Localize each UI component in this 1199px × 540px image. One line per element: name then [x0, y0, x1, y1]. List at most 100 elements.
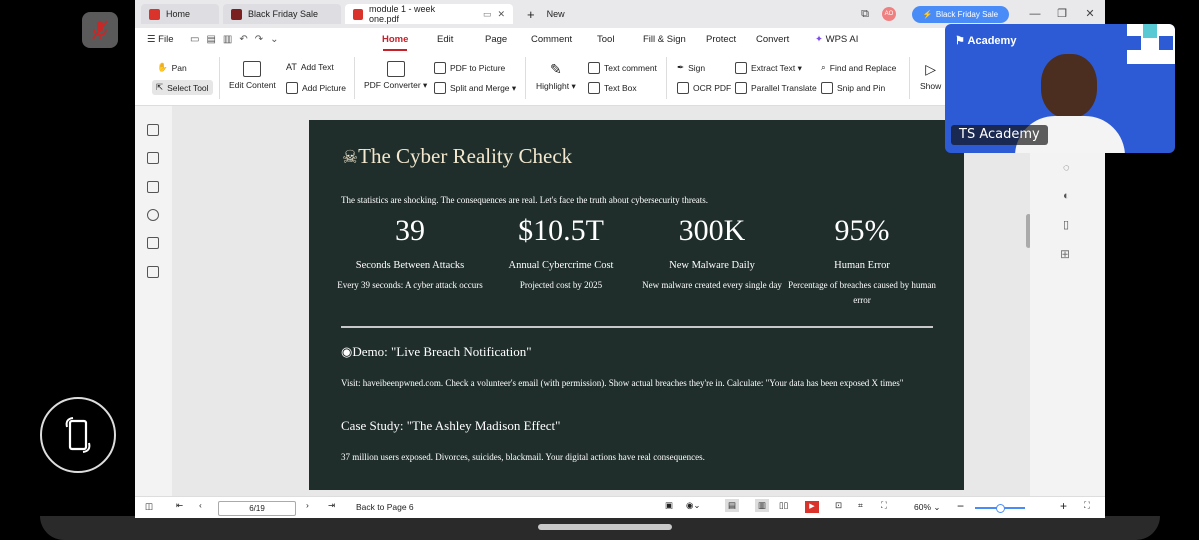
rotate-screen-button[interactable] — [40, 397, 116, 473]
edit-content-button[interactable]: Edit Content — [229, 61, 276, 90]
zoom-level[interactable]: 60% ⌄ — [914, 502, 941, 513]
continuous-icon[interactable]: ▥ — [755, 499, 770, 512]
pen-icon: ✒ — [677, 62, 685, 72]
pdf-to-picture-button[interactable]: PDF to Picture — [434, 62, 505, 74]
menu-fill-sign[interactable]: Fill & Sign — [643, 34, 686, 45]
attachment-icon[interactable] — [147, 209, 159, 221]
layers-icon[interactable] — [147, 266, 159, 278]
ocr-pdf-button[interactable]: OCR PDF — [677, 82, 731, 94]
file-label: File — [158, 34, 174, 45]
text-box-button[interactable]: Text Box — [588, 82, 637, 94]
tab-options-icon[interactable]: ▭ — [483, 9, 492, 20]
tab-label: Home — [166, 9, 191, 19]
redo-icon[interactable]: ↷ — [255, 34, 270, 45]
next-page-icon[interactable]: › — [306, 500, 309, 510]
text-box-label: Text Box — [604, 83, 637, 93]
text-comment-button[interactable]: Text comment — [588, 62, 657, 74]
add-picture-button[interactable]: Add Picture — [286, 82, 346, 94]
extract-text-button[interactable]: Extract Text ▾ — [735, 62, 802, 74]
file-menu[interactable]: ☰ File — [147, 34, 173, 45]
demo-heading-text: Demo: "Live Breach Notification" — [352, 344, 532, 359]
apps-grid-icon[interactable]: ⊞ — [1060, 247, 1070, 261]
close-window-icon[interactable]: ✕ — [1082, 6, 1098, 22]
menu-edit[interactable]: Edit — [437, 34, 453, 45]
fit-page-icon[interactable]: ▣ — [665, 500, 673, 511]
pan-button[interactable]: ✋ Pan — [157, 62, 187, 73]
user-avatar[interactable]: AO — [882, 7, 896, 21]
zoom-slider-handle[interactable] — [996, 504, 1005, 513]
properties-icon[interactable]: ▯ — [1063, 218, 1069, 231]
split-merge-button[interactable]: Split and Merge ▾ — [434, 82, 516, 94]
last-page-icon[interactable]: ⇥ — [328, 500, 335, 511]
pdf-converter-button[interactable]: PDF Converter ▾ — [364, 61, 427, 91]
fullscreen-icon[interactable]: ⛶ — [1084, 500, 1090, 511]
fit-width-icon[interactable]: ⊡ — [835, 500, 842, 511]
stat-value: 300K — [678, 214, 746, 247]
ai-sparkle-icon: ✦ — [815, 34, 823, 45]
undo-icon[interactable]: ↶ — [239, 34, 254, 45]
sign-button[interactable]: ✒ Sign — [677, 62, 705, 73]
restore-icon[interactable]: ❐ — [1054, 6, 1070, 22]
signature-icon[interactable] — [147, 237, 159, 249]
pdf-to-picture-label: PDF to Picture — [450, 63, 506, 73]
single-page-icon[interactable]: ▤ — [725, 499, 740, 512]
sidebar-toggle-icon[interactable]: ◫ — [145, 501, 153, 512]
two-page-icon[interactable]: ▯▯ — [779, 500, 788, 511]
page-number-input[interactable]: 6/19 — [218, 501, 296, 516]
thumbnails-icon[interactable] — [147, 152, 159, 164]
zoom-fit-icon[interactable]: ⛶ — [881, 500, 887, 511]
show-button[interactable]: ▷ Show — [920, 61, 941, 91]
save-icon[interactable]: ▤ — [206, 34, 222, 45]
zoom-out-icon[interactable]: − — [957, 499, 964, 513]
print-icon[interactable]: ▥ — [223, 34, 239, 45]
chevron-down-icon[interactable]: ⌄ — [270, 34, 285, 45]
menu-tool[interactable]: Tool — [597, 34, 614, 45]
menu-home[interactable]: Home — [382, 34, 408, 45]
menu-wps-ai[interactable]: ✦ WPS AI — [815, 34, 858, 45]
home-indicator[interactable] — [538, 524, 672, 530]
close-tab-icon[interactable]: ✕ — [497, 9, 505, 20]
tab-black-friday[interactable]: Black Friday Sale — [223, 4, 341, 24]
menu-protect[interactable]: Protect — [706, 34, 736, 45]
zoom-in-icon[interactable]: + — [1060, 499, 1067, 513]
parallel-translate-button[interactable]: Parallel Translate — [735, 82, 817, 94]
bookmark-icon[interactable] — [147, 124, 159, 136]
present-icon[interactable]: ▶ — [805, 501, 819, 513]
highlight-button[interactable]: ✎ Highlight ▾ — [536, 61, 576, 92]
tab-document[interactable]: module 1 - week one.pdf ▭ ✕ — [345, 4, 513, 24]
page-title: ☠The Cyber Reality Check — [342, 144, 572, 169]
sign-label: Sign — [688, 62, 706, 73]
select-tool-label: Select Tool — [167, 82, 209, 93]
stat-label: Seconds Between Attacks — [355, 260, 465, 271]
select-tool-button[interactable]: ⇱ Select Tool — [152, 80, 213, 95]
ai-assistant-icon[interactable]: ◌ — [1063, 162, 1070, 174]
menu-comment[interactable]: Comment — [531, 34, 572, 45]
find-replace-button[interactable]: ⌕ Find and Replace — [821, 62, 896, 73]
back-to-page-link[interactable]: Back to Page 6 — [356, 502, 414, 512]
minimize-icon[interactable]: — — [1027, 6, 1043, 22]
window-list-icon[interactable]: ⧉ — [857, 6, 873, 22]
highlight-label: Highlight ▾ — [536, 81, 576, 91]
new-tab-button[interactable]: + New — [519, 4, 579, 24]
translate-panel-icon[interactable]: ◐ — [1063, 190, 1070, 202]
mute-microphone-button[interactable] — [82, 12, 118, 48]
read-mode-icon[interactable]: ◉⌄ — [686, 500, 701, 511]
crop-icon[interactable]: ⌗ — [858, 500, 863, 511]
add-text-button[interactable]: AT Add Text — [286, 62, 334, 72]
split-merge-label: Split and Merge ▾ — [450, 82, 517, 93]
snip-pin-button[interactable]: Snip and Pin — [821, 82, 885, 94]
stat-value: $10.5T — [518, 214, 604, 247]
converter-icon — [386, 61, 405, 77]
comments-icon[interactable] — [147, 181, 159, 193]
open-folder-icon[interactable]: ▭ — [190, 34, 206, 45]
tab-home[interactable]: Home — [141, 4, 219, 24]
menu-page[interactable]: Page — [485, 34, 507, 45]
quick-access-toolbar[interactable]: ▭▤▥↶↷⌄ — [190, 34, 286, 45]
black-friday-button[interactable]: ⚡ Black Friday Sale — [912, 6, 1009, 23]
skull-icon: ☠ — [342, 147, 359, 167]
menu-convert[interactable]: Convert — [756, 34, 789, 45]
document-canvas[interactable]: ☠The Cyber Reality Check The statistics … — [172, 106, 1030, 496]
participant-video[interactable]: ⚑ Academy TS Academy — [945, 24, 1175, 153]
first-page-icon[interactable]: ⇤ — [176, 500, 183, 511]
previous-page-icon[interactable]: ‹ — [199, 500, 202, 510]
